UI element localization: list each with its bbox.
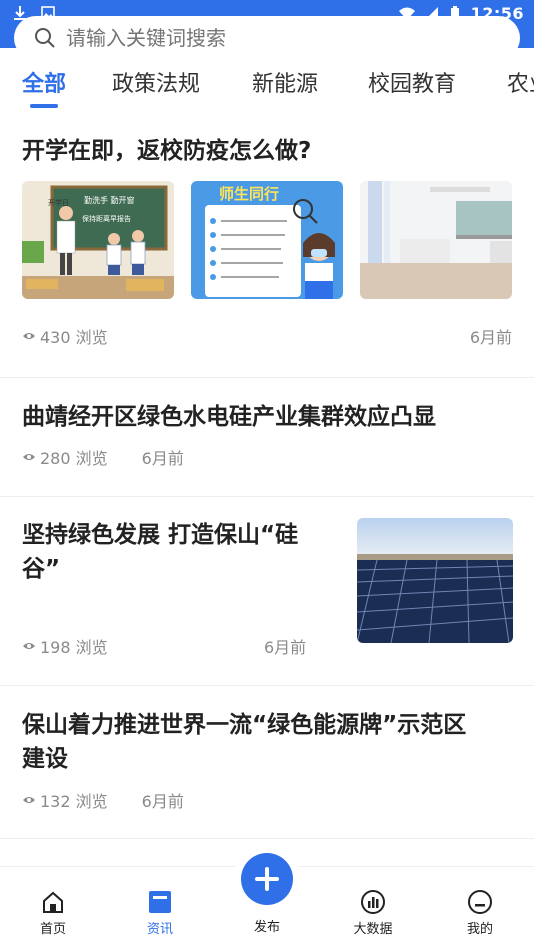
search-bar[interactable] (14, 16, 520, 60)
tab-all[interactable]: 全部 (22, 66, 66, 98)
publish-time: 6月前 (141, 792, 184, 811)
active-tab-indicator (30, 104, 58, 108)
data-icon (361, 890, 385, 914)
poster-illustration: 师生同行 (191, 181, 343, 299)
article-title-line: 谷” (22, 556, 61, 582)
article-meta: 132 浏览 6月前 (22, 788, 184, 812)
publish-time: 6月前 (141, 449, 184, 468)
nav-label: 资讯 (146, 922, 173, 937)
article-meta: 430 浏览 (22, 324, 108, 348)
search-icon (35, 28, 55, 48)
eye-icon (23, 454, 35, 460)
view-count: 198 浏览 (40, 638, 108, 657)
publish-time: 6月前 (264, 638, 307, 657)
tab-new-energy[interactable]: 新能源 (252, 66, 318, 98)
search-input[interactable] (66, 26, 466, 50)
poster-title: 师生同行 (219, 185, 279, 203)
side-text: 开学日 (48, 198, 69, 207)
article-image[interactable] (357, 518, 513, 643)
publish-button[interactable] (241, 853, 293, 905)
nav-big-data[interactable]: 大数据 (343, 889, 403, 937)
divider (0, 838, 534, 839)
article-meta: 198 浏览 (22, 634, 108, 658)
article-meta: 280 浏览 6月前 (22, 445, 184, 469)
tab-campus-education[interactable]: 校园教育 (368, 66, 456, 98)
publish-time: 6月前 (469, 328, 512, 347)
plus-icon (255, 867, 279, 891)
article-title[interactable]: 保山着力推进世界一流“绿色能源牌”示范区 建设 (22, 708, 518, 776)
tab-agriculture[interactable]: 农业 (507, 66, 534, 98)
blackboard-subtext: 保持距离早报告 (82, 214, 131, 223)
article-card[interactable]: 开学在即，返校防疫怎么做? 勤洗手 勤开窗 保持距离早报告 开学日 师生同行 4… (0, 118, 534, 378)
view-count: 132 浏览 (40, 792, 108, 811)
solar-panels-photo (357, 518, 513, 643)
nav-news[interactable]: 资讯 (130, 889, 190, 937)
article-title: 开学在即，返校防疫怎么做? (22, 138, 312, 164)
divider (0, 685, 534, 686)
article-title[interactable]: 曲靖经开区绿色水电硅产业集群效应凸显 (22, 400, 436, 434)
article-image[interactable]: 师生同行 (191, 181, 343, 299)
nav-label: 大数据 (353, 922, 393, 937)
article-card[interactable] (0, 378, 534, 497)
blackboard-text: 勤洗手 勤开窗 (84, 195, 135, 205)
article-image[interactable]: 勤洗手 勤开窗 保持距离早报告 开学日 (22, 181, 174, 299)
eye-icon (23, 797, 35, 803)
nav-label: 首页 (39, 922, 66, 937)
classroom-illustration: 勤洗手 勤开窗 保持距离早报告 开学日 (22, 181, 174, 299)
category-tabs: 全部 政策法规 新能源 校园教育 农业 (0, 58, 534, 114)
tab-policy[interactable]: 政策法规 (112, 66, 200, 98)
divider (0, 496, 534, 497)
news-feed: 开学在即，返校防疫怎么做? 勤洗手 勤开窗 保持距离早报告 开学日 师生同行 4… (0, 118, 534, 497)
nav-label: 我的 (466, 922, 493, 937)
nav-profile[interactable]: 我的 (450, 889, 510, 937)
publish-label: 发布 (253, 920, 280, 935)
eye-icon (23, 643, 35, 649)
nav-home[interactable]: 首页 (23, 889, 83, 937)
news-icon (149, 891, 171, 913)
article-title[interactable]: 坚持绿色发展 打造保山“硅 谷” (22, 518, 332, 586)
article-title-line: 保山着力推进世界一流“绿色能源牌”示范区 (22, 712, 467, 738)
eye-icon (23, 333, 35, 339)
profile-icon (468, 890, 492, 914)
article-image[interactable] (360, 181, 512, 299)
view-count: 430 浏览 (40, 328, 108, 347)
article-title-line: 建设 (22, 746, 68, 772)
home-icon (43, 891, 63, 913)
empty-classroom-photo (360, 181, 512, 299)
article-title-line: 坚持绿色发展 打造保山“硅 (22, 522, 299, 548)
view-count: 280 浏览 (40, 449, 108, 468)
